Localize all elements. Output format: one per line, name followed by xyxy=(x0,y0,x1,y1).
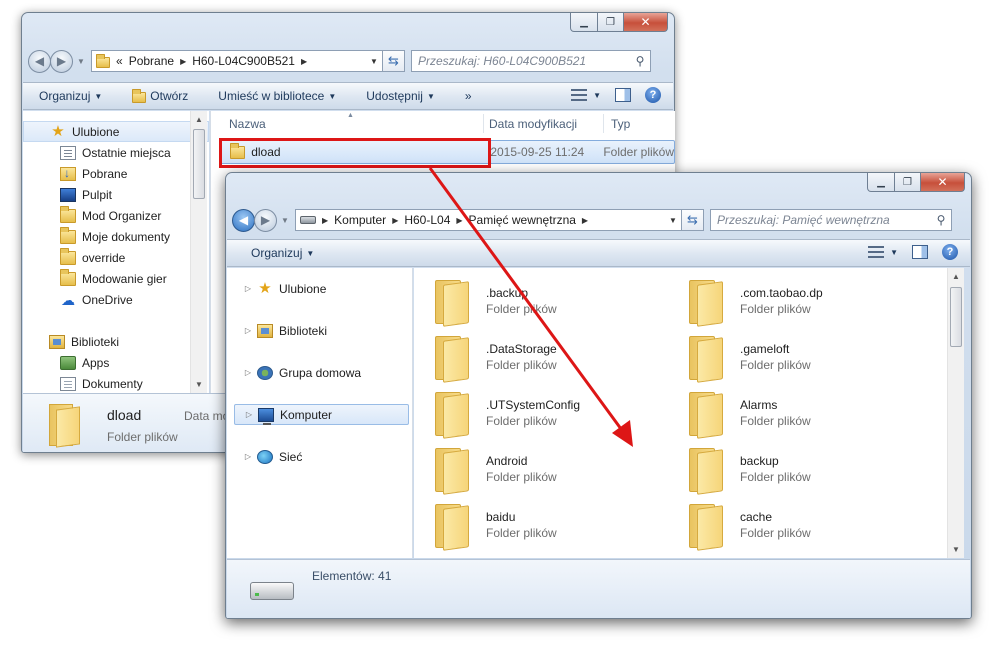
annotation-arrow-line xyxy=(428,167,626,434)
annotation-arrow-head xyxy=(612,420,633,447)
annotation-arrow xyxy=(428,167,633,447)
